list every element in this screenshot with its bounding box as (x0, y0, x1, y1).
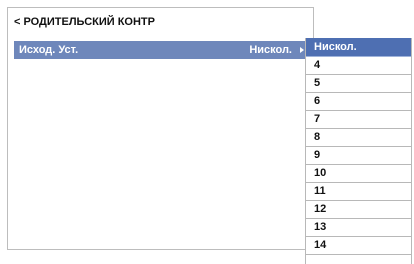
dropdown-option[interactable]: 13 (306, 219, 411, 237)
dropdown-option[interactable]: 4 (306, 57, 411, 75)
setting-row-default[interactable]: Исход. Уст. Нискол. (14, 41, 310, 59)
dropdown-option[interactable]: 12 (306, 201, 411, 219)
dropdown-option[interactable]: 9 (306, 147, 411, 165)
setting-value: Нискол. (249, 44, 292, 56)
parental-control-panel: < РОДИТЕЛЬСКИЙ КОНТР Исход. Уст. Нискол. (7, 7, 314, 250)
arrow-right-icon (300, 47, 304, 53)
dropdown-option[interactable]: 8 (306, 129, 411, 147)
page-title-text: РОДИТЕЛЬСКИЙ КОНТР (23, 16, 155, 28)
page-title[interactable]: < РОДИТЕЛЬСКИЙ КОНТР (14, 15, 155, 29)
dropdown-option[interactable]: 6 (306, 93, 411, 111)
options-dropdown: Нискол. 4 5 6 7 8 9 10 11 12 13 14 (305, 38, 412, 264)
dropdown-option[interactable]: 10 (306, 165, 411, 183)
dropdown-option[interactable]: 11 (306, 183, 411, 201)
dropdown-option[interactable]: 14 (306, 237, 411, 255)
dropdown-option[interactable]: 7 (306, 111, 411, 129)
back-arrow-icon[interactable]: < (14, 16, 20, 28)
dropdown-option[interactable]: 5 (306, 75, 411, 93)
dropdown-option[interactable]: Нискол. (306, 38, 411, 57)
setting-label: Исход. Уст. (19, 44, 79, 56)
